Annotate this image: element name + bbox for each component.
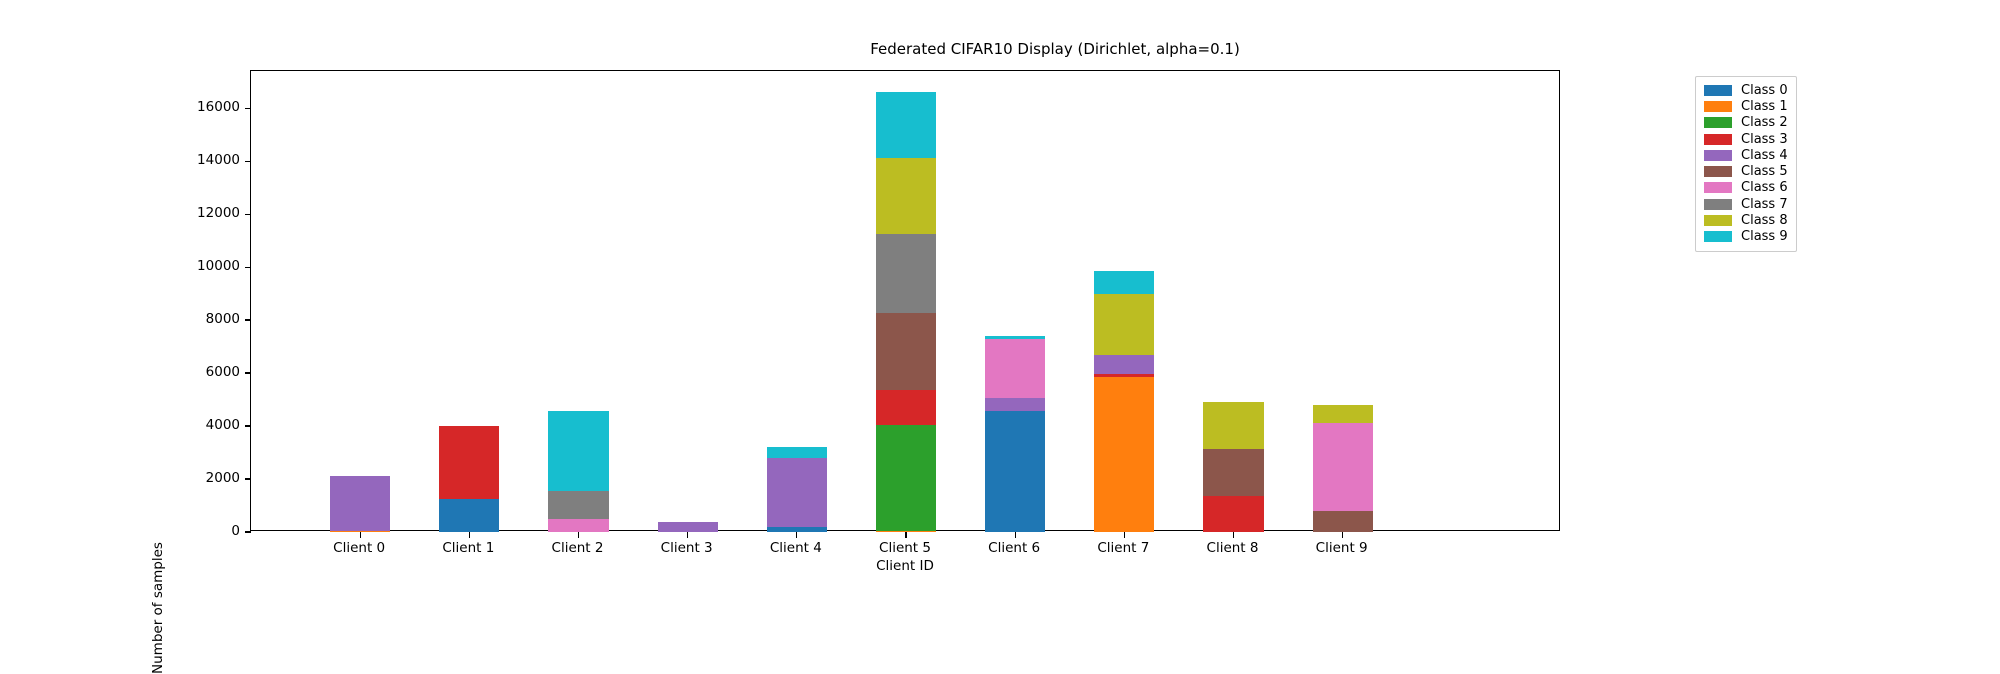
legend-item[interactable]: Class 0 [1704, 82, 1788, 98]
legend-color-swatch [1704, 215, 1732, 227]
x-tick-mark [1342, 532, 1344, 538]
legend-item-label: Class 4 [1741, 147, 1788, 163]
legend-item-label: Class 9 [1741, 229, 1788, 245]
legend-color-swatch [1704, 84, 1732, 96]
legend-color-swatch [1704, 149, 1732, 161]
bar-segment[interactable] [1094, 377, 1155, 532]
legend-item-label: Class 5 [1741, 164, 1788, 180]
legend-item-label: Class 8 [1741, 213, 1788, 229]
figure-canvas: Federated CIFAR10 Display (Dirichlet, al… [0, 0, 2000, 674]
y-tick-label: 14000 [197, 152, 240, 169]
y-tick-mark [245, 478, 251, 480]
bar-segment[interactable] [1094, 355, 1155, 374]
y-tick-label: 2000 [205, 470, 240, 486]
legend-color-swatch [1704, 133, 1732, 145]
chart-title: Federated CIFAR10 Display (Dirichlet, al… [870, 40, 1240, 58]
bar-segment[interactable] [548, 518, 609, 532]
legend-item[interactable]: Class 2 [1704, 115, 1788, 131]
bar-segment[interactable] [1312, 423, 1373, 511]
bar-segment[interactable] [875, 233, 936, 314]
y-tick-mark [245, 213, 251, 215]
y-tick-mark [245, 372, 251, 374]
y-axis-label: Number of samples [150, 542, 166, 674]
bar-segment[interactable] [1203, 402, 1264, 449]
y-tick-mark [245, 266, 251, 268]
bar-segment[interactable] [1094, 373, 1155, 377]
y-tick-mark [245, 319, 251, 321]
legend-item[interactable]: Class 3 [1704, 131, 1788, 147]
bar-segment[interactable] [1312, 510, 1373, 532]
bar-segment[interactable] [1094, 294, 1155, 356]
bar-segment[interactable] [330, 475, 391, 532]
x-tick-mark [687, 532, 689, 538]
bar-segment[interactable] [985, 398, 1046, 412]
y-tick-mark [245, 160, 251, 162]
legend-color-swatch [1704, 182, 1732, 194]
legend-color-swatch [1704, 198, 1732, 210]
y-tick-label: 4000 [205, 417, 240, 434]
y-tick-label: 8000 [205, 311, 240, 328]
bar-segment[interactable] [875, 390, 936, 425]
bar-segment[interactable] [766, 457, 827, 527]
legend-color-swatch [1704, 100, 1732, 112]
legend-item-label: Class 7 [1741, 196, 1788, 212]
x-tick-mark [796, 532, 798, 538]
x-tick-mark [1123, 532, 1125, 538]
bar-segment[interactable] [985, 411, 1046, 532]
bar-segment[interactable] [657, 521, 718, 532]
y-tick-label: 10000 [197, 258, 240, 275]
bar-segment[interactable] [1203, 448, 1264, 497]
legend-item[interactable]: Class 9 [1704, 229, 1788, 245]
legend-item[interactable]: Class 4 [1704, 147, 1788, 163]
y-tick-mark [245, 107, 251, 109]
bar-segment[interactable] [439, 426, 500, 499]
bar-segment[interactable] [875, 158, 936, 234]
legend-item-label: Class 6 [1741, 180, 1788, 196]
x-tick-mark [1232, 532, 1235, 538]
bar-segment[interactable] [875, 313, 936, 391]
legend-item-label: Class 2 [1741, 115, 1788, 131]
y-tick-mark [245, 425, 251, 427]
legend-item-label: Class 0 [1741, 82, 1788, 98]
x-tick-mark [359, 532, 361, 538]
bar-segment[interactable] [766, 447, 827, 458]
x-tick-mark [577, 532, 580, 538]
x-tick-mark [905, 532, 907, 538]
plot-axes [245, 70, 1560, 538]
bar-segment[interactable] [875, 424, 936, 531]
y-tick-label: 12000 [197, 205, 240, 222]
bar-segment[interactable] [875, 92, 936, 159]
y-tick-label: 6000 [205, 364, 240, 381]
legend[interactable]: Class 0 Class 1 Class 2 Class 3 Class 4 Class… [1695, 76, 1797, 252]
legend-item[interactable]: Class 8 [1704, 212, 1788, 228]
y-tick-mark [245, 531, 251, 533]
bar-segment[interactable] [1312, 404, 1373, 424]
legend-color-swatch [1704, 231, 1732, 243]
legend-item[interactable]: Class 7 [1704, 196, 1788, 212]
x-tick-label: Client 9 [1315, 540, 1368, 556]
legend-item[interactable]: Class 5 [1704, 163, 1788, 179]
y-tick-label: 0 [231, 523, 240, 539]
legend-color-swatch [1704, 166, 1732, 178]
bar-segment[interactable] [985, 338, 1046, 399]
plot-area [251, 71, 1559, 532]
legend-item[interactable]: Class 1 [1704, 98, 1788, 114]
x-tick-mark [1014, 532, 1016, 538]
legend-item-label: Class 1 [1741, 98, 1788, 114]
legend-item-label: Class 3 [1741, 131, 1788, 147]
legend-color-swatch [1704, 117, 1732, 129]
bar-segment[interactable] [548, 411, 609, 491]
legend-item[interactable]: Class 6 [1704, 180, 1788, 196]
bar-segment[interactable] [439, 498, 500, 532]
x-axis-label: Client ID [876, 558, 934, 574]
bar-segment[interactable] [985, 335, 1046, 339]
bar-segment[interactable] [1203, 496, 1264, 532]
x-tick-mark [468, 532, 470, 538]
bar-segment[interactable] [548, 490, 609, 519]
y-tick-label: 16000 [197, 99, 240, 116]
bar-segment[interactable] [1094, 270, 1155, 295]
